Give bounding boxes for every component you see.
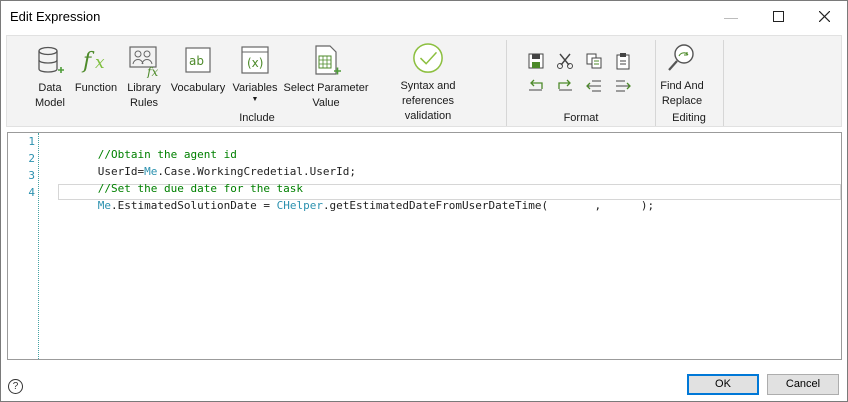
code-text: .getEstimatedDateFromUserDateTime( , ); [322, 199, 655, 212]
function-label: Function [74, 82, 118, 94]
code-line[interactable]: Me.EstimatedSolutionDate = CHelper.getEs… [58, 186, 654, 225]
find-and-replace-label: Find And Replace [660, 80, 704, 107]
code-editor[interactable]: 1 2 3 4 //Obtain the agent id UserId=Me.… [7, 132, 842, 360]
find-and-replace-button[interactable]: Find And Replace [657, 42, 707, 109]
chevron-down-icon: ▼ [251, 96, 259, 103]
vocabulary-label: Vocabulary [170, 82, 226, 94]
line-number: 4 [28, 186, 35, 199]
vocabulary-button[interactable]: ab Vocabulary [168, 44, 228, 96]
include-group-label: Include [239, 112, 275, 124]
maximize-button[interactable] [755, 1, 801, 32]
line-number: 3 [28, 169, 35, 182]
svg-text:fx: fx [146, 65, 158, 78]
ribbon-divider [655, 40, 656, 126]
cut-icon[interactable] [556, 52, 574, 70]
line-number: 2 [28, 152, 35, 165]
help-icon[interactable]: ? [8, 379, 23, 394]
format-group-label: Format [563, 112, 599, 124]
validation-check-icon [413, 43, 443, 73]
select-parameter-icon [315, 45, 341, 75]
ribbon-toolbar: Data Model f x Function fx Library Rules [6, 35, 842, 127]
database-icon [38, 46, 64, 73]
line-number-gutter: 1 2 3 4 [8, 133, 38, 359]
ribbon-divider [723, 40, 724, 126]
save-icon[interactable] [527, 52, 545, 70]
svg-text:f: f [81, 49, 95, 74]
library-rules-label: Library Rules [127, 82, 161, 109]
cancel-button[interactable]: Cancel [767, 374, 839, 395]
paste-icon[interactable] [614, 52, 632, 70]
select-parameter-label: Select Parameter Value [283, 82, 369, 109]
variables-icon: (x) [241, 46, 269, 74]
close-icon [818, 11, 830, 22]
data-model-button[interactable]: Data Model [31, 44, 69, 111]
ribbon-divider [506, 40, 507, 126]
code-keyword: CHelper [276, 199, 323, 212]
variables-button[interactable]: (x) Variables ▼ [231, 44, 279, 104]
window-title: Edit Expression [10, 9, 101, 24]
edit-expression-dialog: Edit Expression — Data Model f x Functio… [0, 0, 848, 402]
code-text: .EstimatedSolutionDate = [111, 199, 277, 212]
library-rules-icon: fx [129, 46, 158, 78]
minimize-button[interactable]: — [708, 1, 754, 32]
syntax-validation-label: Syntax and references validation [400, 80, 456, 122]
find-replace-icon [668, 44, 694, 71]
svg-text:ab: ab [189, 54, 204, 68]
select-parameter-value-button[interactable]: Select Parameter Value [283, 44, 369, 111]
title-bar: Edit Expression — [1, 1, 847, 32]
variables-label: Variables [232, 82, 278, 94]
redo-icon[interactable] [556, 77, 574, 95]
close-button[interactable] [801, 1, 847, 32]
maximize-icon [772, 11, 784, 22]
outdent-icon[interactable] [585, 77, 603, 95]
line-number: 1 [28, 135, 35, 148]
function-fx-icon: f x [81, 49, 105, 74]
data-model-label: Data Model [35, 82, 65, 109]
svg-text:(x): (x) [247, 56, 263, 70]
gutter-divider [38, 133, 39, 359]
editing-group-label: Editing [672, 112, 706, 124]
minimize-icon: — [724, 8, 738, 25]
svg-text:x: x [95, 53, 105, 73]
code-keyword: Me [97, 199, 111, 212]
undo-icon[interactable] [527, 77, 545, 95]
library-rules-button[interactable]: fx Library Rules [124, 44, 164, 111]
vocabulary-icon: ab [185, 47, 211, 73]
syntax-validation-button[interactable]: Syntax and references validation [374, 42, 482, 124]
indent-icon[interactable] [614, 77, 632, 95]
ok-button[interactable]: OK [687, 374, 759, 395]
copy-icon[interactable] [585, 52, 603, 70]
function-button[interactable]: f x Function [73, 44, 119, 96]
